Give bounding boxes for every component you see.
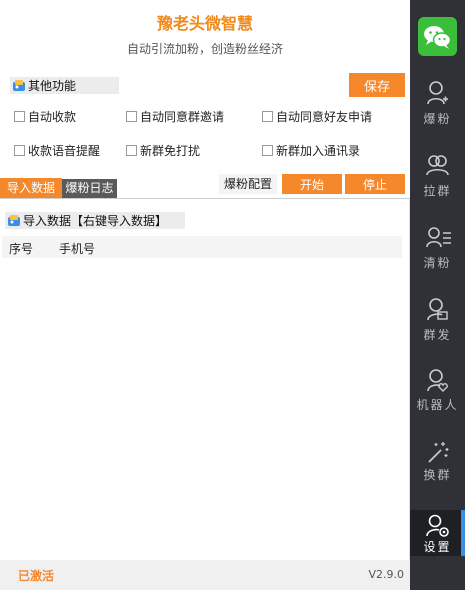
sidebar-item-label: 群发 [423,328,452,342]
sidebar-item-pull-group[interactable]: 拉群 [410,153,465,223]
user-heart-icon [427,369,448,392]
checkbox-box[interactable] [14,111,25,122]
palette-icon [8,214,20,226]
sidebar-item-label: 换群 [423,468,452,482]
sidebar-item-settings[interactable]: 设置 [410,510,465,556]
status-bar: 已激活 V2.9.0 [0,560,410,590]
sidebar-item-label: 清粉 [423,256,452,270]
sidebar-item-clean-fans[interactable]: 清粉 [410,225,465,295]
palette-icon [13,79,25,91]
auto-collect-checkbox[interactable]: 自动收款 [14,108,76,125]
column-header-index[interactable]: 序号 [9,240,33,257]
checkbox-label: 新群免打扰 [140,144,201,158]
checkbox-box[interactable] [14,145,25,156]
user-add-icon [427,81,448,105]
user-settings-icon [426,514,449,537]
payment-voice-alert-checkbox[interactable]: 收款语音提醒 [14,142,100,159]
auto-accept-group-invite-checkbox[interactable]: 自动同意群邀请 [126,108,224,125]
checkbox-label: 新群加入通讯录 [276,144,361,158]
wechat-logo-icon[interactable] [418,17,457,56]
start-button[interactable]: 开始 [282,174,342,194]
blast-config-button[interactable]: 爆粉配置 [219,174,277,194]
checkbox-label: 收款语音提醒 [28,144,101,158]
tab-blast-log[interactable]: 爆粉日志 [62,179,117,198]
tab-import-data[interactable]: 导入数据 [0,178,62,198]
other-functions-label: 其他功能 [10,77,119,94]
sidebar-item-blast-fans[interactable]: 爆粉 [410,80,465,150]
app-title: 豫老头微智慧 [156,14,253,33]
sidebar-item-switch-group[interactable]: 换群 [410,439,465,509]
main-panel: 豫老头微智慧 自动引流加粉，创造粉丝经济 其他功能 保存 自动收款 自动同意群邀… [0,0,410,590]
activation-status: 已激活 [18,569,55,583]
save-button[interactable]: 保存 [349,73,405,97]
new-group-add-contacts-checkbox[interactable]: 新群加入通讯录 [262,142,360,159]
sidebar-item-robot[interactable]: 机器人 [410,368,465,438]
sidebar-item-label: 拉群 [423,184,452,198]
stop-button[interactable]: 停止 [345,174,405,194]
checkbox-label: 自动同意好友申请 [276,110,373,124]
checkbox-box[interactable] [126,111,137,122]
checkbox-box[interactable] [262,145,273,156]
checkbox-label: 自动同意群邀请 [140,110,225,124]
version-label: V2.9.0 [368,568,404,581]
checkbox-box[interactable] [262,111,273,122]
checkbox-box[interactable] [126,145,137,156]
import-data-label[interactable]: 导入数据【右键导入数据】 [5,212,185,229]
group-icon [426,155,449,176]
new-group-mute-checkbox[interactable]: 新群免打扰 [126,142,200,159]
auto-accept-friend-request-checkbox[interactable]: 自动同意好友申请 [262,108,372,125]
column-header-phone[interactable]: 手机号 [59,240,95,257]
sidebar-item-mass-send[interactable]: 群发 [410,297,465,367]
sidebar: 爆粉 拉群 清粉 群发 机器人 换群 设置 [410,0,465,590]
user-list-icon [426,227,451,248]
app-subtitle: 自动引流加粉，创造粉丝经济 [126,42,283,56]
checkbox-label: 自动收款 [28,110,77,124]
table-header: 序号 手机号 [2,236,402,258]
sidebar-item-label: 机器人 [416,398,459,412]
user-message-icon [427,298,448,321]
magic-wand-icon [428,442,449,463]
active-indicator [461,510,465,556]
sidebar-item-label: 爆粉 [423,112,452,126]
sidebar-item-label: 设置 [423,540,452,554]
